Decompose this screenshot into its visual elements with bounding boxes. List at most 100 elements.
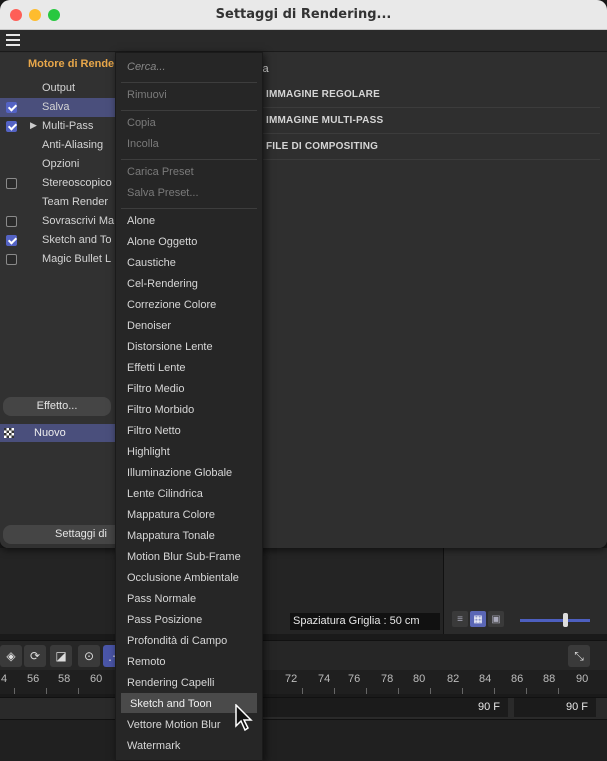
ruler-tick — [334, 688, 335, 694]
section-immagine-multipass[interactable]: IMMAGINE MULTI-PASS — [262, 108, 600, 134]
render-engine-label[interactable]: Motore di Rende — [28, 58, 114, 70]
grid-spacing-label: Spaziatura Griglia : 50 cm — [290, 613, 440, 630]
max-frame-field[interactable]: 90 F — [514, 698, 596, 717]
menu-item-effect[interactable]: Profondità di Campo — [127, 635, 227, 647]
settings-item-label: Opzioni — [42, 158, 80, 170]
section-label: IMMAGINE REGOLARE — [266, 89, 380, 100]
ruler-label: 76 — [348, 673, 361, 685]
settings-item-antialiasing[interactable]: Anti-Aliasing — [0, 136, 115, 155]
ruler-tick — [14, 688, 15, 694]
ruler-tick — [494, 688, 495, 694]
menu-item-effect[interactable]: Alone Oggetto — [127, 236, 197, 248]
menu-item-effect[interactable]: Occlusione Ambientale — [127, 572, 239, 584]
checkbox-checked-icon[interactable] — [6, 121, 17, 132]
menu-item-effect[interactable]: Rendering Capelli — [127, 677, 214, 689]
menu-item-effect[interactable]: Watermark — [127, 740, 180, 752]
menu-item-carica-preset[interactable]: Carica Preset — [127, 166, 194, 178]
menu-item-effect[interactable]: Filtro Medio — [127, 383, 184, 395]
end-frame-field[interactable]: 90 F — [262, 698, 508, 717]
ruler-tick — [398, 688, 399, 694]
ruler-label: 4 — [1, 673, 8, 685]
menu-item-effect[interactable]: Remoto — [127, 656, 166, 668]
menu-separator — [121, 110, 257, 111]
menu-item-effect[interactable]: Illuminazione Globale — [127, 467, 232, 479]
settings-item-opzioni[interactable]: Opzioni — [0, 155, 115, 174]
menu-item-copia[interactable]: Copia — [127, 117, 156, 129]
expand-arrow-icon[interactable]: ▶ — [30, 120, 37, 131]
menu-bar — [0, 30, 607, 52]
menu-separator — [121, 159, 257, 160]
zoom-slider[interactable] — [520, 619, 590, 622]
grid-view-icon[interactable]: ▦ — [470, 611, 486, 627]
hamburger-menu-icon[interactable] — [6, 34, 20, 46]
menu-item-effect[interactable]: Mappatura Colore — [127, 509, 215, 521]
settings-item-team-render[interactable]: Team Render — [0, 193, 115, 212]
settings-item-label: Magic Bullet L — [42, 253, 112, 265]
list-view-icon[interactable]: ≡ — [452, 611, 468, 627]
settings-item-stereoscopico[interactable]: Stereoscopico — [0, 174, 115, 193]
menu-item-effect[interactable]: Correzione Colore — [127, 299, 216, 311]
ruler-label: 80 — [413, 673, 426, 685]
ruler-tick — [302, 688, 303, 694]
window-title: Settaggi di Rendering... — [215, 7, 392, 22]
menu-item-effect[interactable]: Lente Cilindrica — [127, 488, 203, 500]
ruler-tick — [78, 688, 79, 694]
zoom-slider-knob[interactable] — [563, 613, 568, 627]
checkbox-unchecked-icon[interactable] — [6, 254, 17, 265]
settings-item-label: Multi-Pass — [42, 120, 94, 132]
menu-item-effect[interactable]: Pass Normale — [127, 593, 196, 605]
toggle-icon[interactable]: ⊙ — [78, 645, 100, 667]
menu-item-effect[interactable]: Vettore Motion Blur — [127, 719, 221, 731]
ruler-label: 82 — [447, 673, 460, 685]
section-label: FILE DI COMPOSITING — [266, 141, 379, 152]
menu-item-effect[interactable]: Filtro Netto — [127, 425, 181, 437]
filmstrip-view-icon[interactable]: ▣ — [488, 611, 504, 627]
menu-item-effect[interactable]: Sketch and Toon — [130, 698, 212, 710]
keyframe-icon[interactable]: ◈ — [0, 645, 22, 667]
menu-item-effect[interactable]: Distorsione Lente — [127, 341, 213, 353]
menu-item-effect[interactable]: Motion Blur Sub-Frame — [127, 551, 241, 563]
menu-item-effect[interactable]: Effetti Lente — [127, 362, 186, 374]
menu-item-effect[interactable]: Filtro Morbido — [127, 404, 194, 416]
menu-separator — [121, 208, 257, 209]
menu-search-field[interactable]: Cerca... — [127, 61, 166, 73]
menu-item-incolla[interactable]: Incolla — [127, 138, 159, 150]
menu-item-salva-preset[interactable]: Salva Preset... — [127, 187, 199, 199]
ruler-label: 60 — [90, 673, 103, 685]
menu-item-effect[interactable]: Mappatura Tonale — [127, 530, 215, 542]
settings-item-multipass[interactable]: ▶ Multi-Pass — [0, 117, 115, 136]
record-icon[interactable]: ◪ — [50, 645, 72, 667]
settings-item-output[interactable]: Output — [0, 79, 115, 98]
menu-item-effect[interactable]: Pass Posizione — [127, 614, 202, 626]
ruler-tick — [430, 688, 431, 694]
settings-item-sketch-and-toon[interactable]: Sketch and To — [0, 231, 115, 250]
checkbox-checked-icon[interactable] — [6, 102, 17, 113]
settings-item-label: Sketch and To — [42, 234, 112, 246]
menu-item-effect[interactable]: Caustiche — [127, 257, 176, 269]
menu-item-effect[interactable]: Highlight — [127, 446, 170, 458]
settings-item-label: Stereoscopico — [42, 177, 112, 189]
preset-label: Nuovo — [34, 427, 66, 439]
autokey-icon[interactable]: ⟳ — [24, 645, 46, 667]
section-label: IMMAGINE MULTI-PASS — [266, 115, 384, 126]
menu-item-rimuovi[interactable]: Rimuovi — [127, 89, 167, 101]
ruler-label: 72 — [285, 673, 298, 685]
ruler-label: 84 — [479, 673, 492, 685]
settings-item-salva[interactable]: Salva — [0, 98, 115, 117]
settings-item-sovrascrivi[interactable]: Sovrascrivi Ma — [0, 212, 115, 231]
checkbox-unchecked-icon[interactable] — [6, 178, 17, 189]
menu-item-effect[interactable]: Cel-Rendering — [127, 278, 198, 290]
effect-button[interactable]: Effetto... — [3, 397, 111, 416]
menu-item-effect[interactable]: Alone — [127, 215, 155, 227]
settings-item-magic-bullet[interactable]: Magic Bullet L — [0, 250, 115, 269]
section-immagine-regolare[interactable]: IMMAGINE REGOLARE — [262, 82, 600, 108]
menu-item-effect[interactable]: Denoiser — [127, 320, 171, 332]
checkbox-unchecked-icon[interactable] — [6, 216, 17, 227]
section-file-compositing[interactable]: FILE DI COMPOSITING — [262, 134, 600, 160]
mouse-cursor-icon — [235, 704, 253, 732]
checkbox-checked-icon[interactable] — [6, 235, 17, 246]
axis-icon[interactable]: ⤡ — [568, 645, 590, 667]
settings-item-label: Output — [42, 82, 76, 94]
ruler-tick — [558, 688, 559, 694]
ruler-tick — [366, 688, 367, 694]
